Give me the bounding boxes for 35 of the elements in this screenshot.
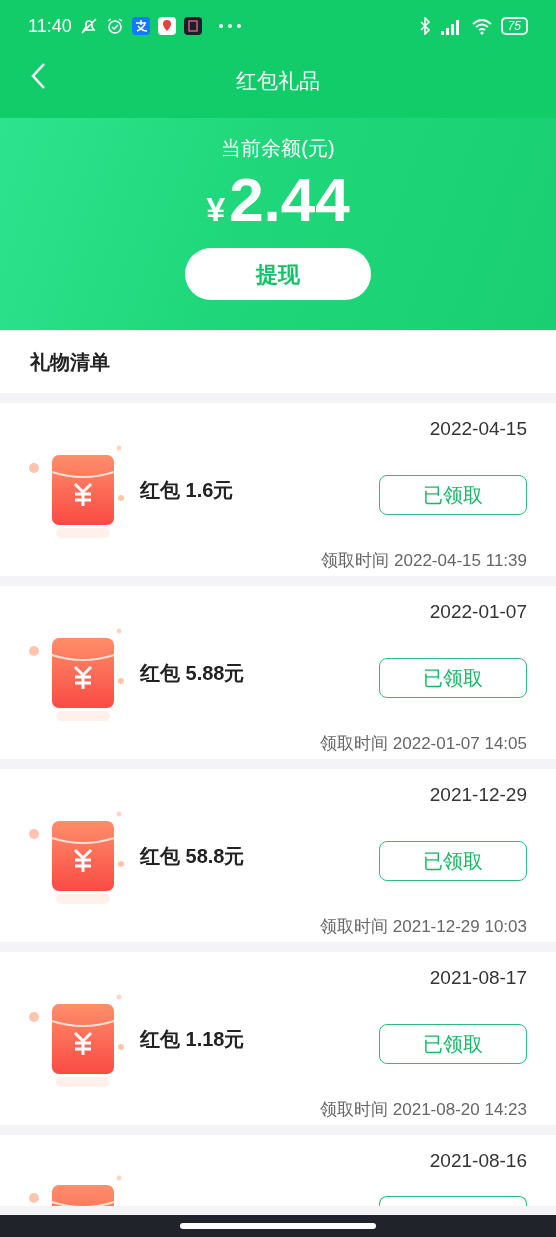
claimed-button[interactable]: 已领取 bbox=[379, 474, 527, 515]
map-app-icon bbox=[157, 17, 176, 35]
battery-indicator: 75 bbox=[500, 17, 528, 35]
claimed-button[interactable]: 已领取 bbox=[379, 840, 527, 881]
claimed-button[interactable] bbox=[379, 1195, 527, 1206]
gift-date: 2022-01-07 bbox=[429, 600, 527, 624]
gift-date: 2021-12-29 bbox=[429, 783, 527, 807]
claim-time: 领取时间 2021-08-20 14:23 bbox=[320, 1098, 527, 1121]
claimed-button[interactable]: 已领取 bbox=[379, 657, 527, 698]
page-title: 红包礼品 bbox=[236, 68, 320, 95]
gift-title: 红包 1.6元 bbox=[140, 477, 234, 503]
mute-icon bbox=[79, 17, 98, 35]
status-time: 11:40 bbox=[28, 14, 72, 38]
gift-date: 2021-08-17 bbox=[429, 966, 527, 990]
back-icon[interactable] bbox=[30, 62, 46, 90]
withdraw-button[interactable]: 提现 bbox=[185, 248, 371, 300]
gift-date: 2021-08-16 bbox=[429, 1149, 527, 1173]
gift-title: 红包 58.8元 bbox=[140, 843, 245, 869]
wifi-icon bbox=[470, 17, 493, 35]
gift-title: 红包 5.88元 bbox=[140, 660, 245, 686]
claimed-button[interactable]: 已领取 bbox=[379, 1023, 527, 1064]
claim-time: 领取时间 2022-04-15 11:39 bbox=[321, 549, 527, 572]
gift-title: 红包 1.18元 bbox=[140, 1026, 245, 1052]
more-icon bbox=[217, 23, 242, 29]
bluetooth-icon bbox=[418, 17, 431, 35]
alarm-icon bbox=[105, 17, 124, 35]
app-icon bbox=[131, 17, 150, 35]
app-icon bbox=[183, 17, 202, 35]
currency-symbol: ¥ bbox=[206, 189, 226, 230]
gift-date: 2022-04-15 bbox=[429, 417, 527, 441]
claim-time: 领取时间 2022-01-07 14:05 bbox=[320, 732, 527, 755]
claim-time: 领取时间 2021-12-29 10:03 bbox=[320, 915, 527, 938]
section-title: 礼物清单 bbox=[30, 349, 110, 375]
balance-label: 当前余额(元) bbox=[221, 136, 335, 161]
balance-amount: 2.44 bbox=[229, 164, 350, 236]
